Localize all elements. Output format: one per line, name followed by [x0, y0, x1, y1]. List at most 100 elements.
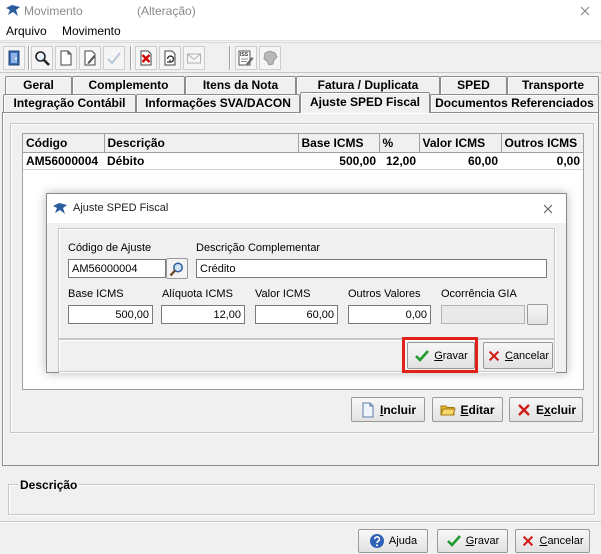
toolbar: ISS	[0, 42, 601, 73]
col-header-outros-icms[interactable]: Outros ICMS	[501, 134, 584, 153]
save-button[interactable]: Gravar	[437, 529, 508, 553]
add-button[interactable]: Incluir	[351, 397, 425, 422]
menu-movimento[interactable]: Movimento	[62, 24, 121, 38]
descricao-complementar-input[interactable]	[196, 259, 547, 278]
new-button[interactable]	[55, 46, 77, 70]
aliquota-icms-label: Alíquota ICMS	[162, 288, 233, 300]
footer-separator	[0, 521, 601, 523]
cancel-button[interactable]: Cancelar	[515, 529, 590, 553]
valor-icms-input[interactable]	[255, 305, 338, 324]
ocorrencia-gia-lookup-button[interactable]	[527, 304, 548, 325]
cell-percent: 12,00	[379, 152, 419, 170]
title-bar: Movimento (Alteração)	[0, 0, 601, 22]
check-icon	[107, 52, 121, 65]
app-icon	[52, 201, 68, 220]
map-icon	[263, 50, 278, 66]
email-button[interactable]	[183, 46, 205, 70]
tab-itens-da-nota[interactable]: Itens da Nota	[185, 76, 296, 94]
base-icms-label: Base ICMS	[68, 288, 124, 300]
aliquota-icms-input[interactable]	[161, 305, 245, 324]
check-icon	[446, 535, 461, 547]
tab-complemento[interactable]: Complemento	[72, 76, 185, 94]
tab-geral[interactable]: Geral	[5, 76, 72, 94]
refresh-button[interactable]	[159, 46, 181, 70]
valor-icms-label: Valor ICMS	[255, 288, 311, 300]
description-group	[8, 484, 595, 515]
tab-sped[interactable]: SPED	[440, 76, 507, 94]
tab-documentos-referenciados[interactable]: Documentos Referenciados	[430, 94, 599, 112]
codigo-search-button[interactable]	[166, 258, 188, 279]
buttons-frame	[58, 339, 555, 372]
col-header-descricao[interactable]: Descrição	[104, 134, 299, 153]
search-icon	[169, 262, 183, 276]
base-icms-input[interactable]	[68, 305, 153, 324]
dialog-title-bar: Ajuste SPED Fiscal	[47, 194, 566, 223]
help-icon	[369, 534, 384, 548]
folder-open-icon	[440, 405, 457, 415]
col-header-codigo[interactable]: Código	[23, 134, 105, 153]
menu-bar: Arquivo Movimento	[0, 22, 601, 41]
cancel-button-label: Cancelar	[539, 535, 584, 547]
codigo-ajuste-label: Código de Ajuste	[68, 242, 152, 254]
confirm-button[interactable]	[103, 46, 125, 70]
grid-header-row: Código Descrição Base ICMS % Valor ICMS …	[23, 134, 584, 153]
refresh-icon	[164, 50, 176, 66]
ocorrencia-gia-input[interactable]	[441, 305, 525, 324]
search-button[interactable]	[31, 46, 53, 70]
search-icon	[35, 51, 50, 66]
description-group-label: Descrição	[18, 478, 80, 492]
col-header-base-icms[interactable]: Base ICMS	[298, 134, 380, 153]
menu-arquivo[interactable]: Arquivo	[6, 24, 47, 38]
delete-button[interactable]: Excluir	[509, 397, 583, 422]
red-x-icon	[523, 535, 534, 547]
new-page-icon	[60, 50, 72, 66]
help-button-label: Ajuda	[388, 535, 418, 547]
outros-valores-input[interactable]	[348, 305, 431, 324]
new-page-icon	[362, 402, 374, 417]
tab-ajuste-sped-fiscal[interactable]: Ajuste SPED Fiscal	[300, 92, 430, 113]
red-x-icon	[488, 350, 500, 361]
delete-button[interactable]	[135, 46, 157, 70]
envelope-icon	[187, 53, 201, 64]
map-button[interactable]	[259, 46, 281, 70]
app-icon	[5, 3, 21, 19]
codigo-ajuste-input[interactable]	[68, 259, 166, 278]
add-button-label: Incluir	[379, 402, 416, 417]
dialog-cancel-button[interactable]: Cancelar	[483, 342, 553, 369]
tab-integracao-contabil[interactable]: Integração Contábil	[3, 94, 136, 112]
tab-transporte[interactable]: Transporte	[507, 76, 599, 94]
window-subtitle: (Alteração)	[137, 4, 196, 18]
tab-informacoes-sva-dacon[interactable]: Informações SVA/DACON	[136, 94, 300, 112]
save-button-label: Gravar	[465, 535, 500, 547]
cell-codigo: AM56000004	[23, 152, 104, 170]
dialog-cancel-label: Cancelar	[504, 349, 550, 362]
red-x-icon	[518, 403, 530, 416]
ocorrencia-gia-label: Ocorrência GIA	[441, 288, 517, 300]
window-title: Movimento	[24, 4, 83, 18]
close-icon[interactable]	[543, 204, 553, 217]
descricao-complementar-label: Descrição Complementar	[196, 242, 321, 254]
highlight-box	[402, 337, 478, 373]
table-row[interactable]: AM56000004 Débito 500,00 12,00 60,00 0,0…	[23, 152, 583, 170]
delete-button-label: Excluir	[535, 402, 577, 417]
iss-label: ISS	[240, 52, 249, 58]
cell-valor-icms: 60,00	[419, 152, 501, 170]
outros-valores-label: Outros Valores	[348, 288, 421, 300]
cell-outros-icms: 0,00	[501, 152, 583, 170]
edit-button[interactable]: Editar	[432, 397, 503, 422]
close-icon[interactable]	[580, 6, 590, 16]
iss-icon: ISS	[238, 50, 254, 66]
toolbar-separator	[229, 46, 231, 70]
cell-base-icms: 500,00	[298, 152, 379, 170]
edit-button-label: Editar	[460, 402, 495, 417]
col-header-valor-icms[interactable]: Valor ICMS	[419, 134, 502, 153]
edit-button[interactable]	[79, 46, 101, 70]
col-header-percent[interactable]: %	[379, 134, 420, 153]
help-button[interactable]: Ajuda	[358, 529, 428, 553]
ajuste-sped-dialog: Ajuste SPED Fiscal Código de Ajuste Desc…	[46, 193, 567, 373]
edit-page-icon	[84, 50, 96, 66]
toolbar-separator	[130, 46, 132, 70]
dialog-title: Ajuste SPED Fiscal	[73, 202, 169, 214]
iss-button[interactable]: ISS	[235, 46, 257, 70]
exit-button[interactable]	[3, 46, 25, 70]
